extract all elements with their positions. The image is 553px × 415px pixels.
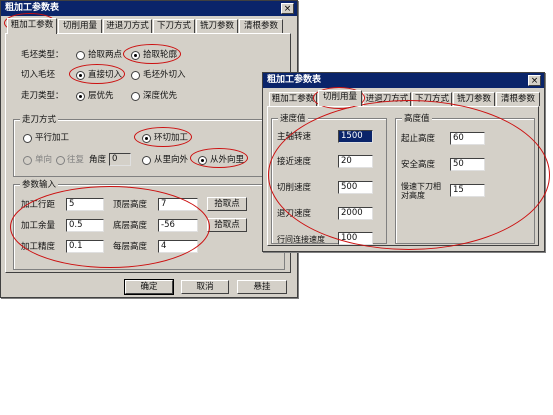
tab2-rough-params[interactable]: 粗加工参数 xyxy=(269,92,317,106)
close-button-2[interactable]: × xyxy=(528,75,541,86)
feed-mode-legend: 走刀方式 xyxy=(20,113,59,125)
path-type-label: 走刀类型： xyxy=(21,91,64,101)
row-spacing-input[interactable]: 5 xyxy=(66,198,104,211)
layer-height-input[interactable]: 4 xyxy=(158,240,198,253)
parallel-label: 平行加工 xyxy=(35,133,70,143)
pick-contour-label: 拾取轮廓 xyxy=(143,50,178,60)
retract-speed-label: 退刀速度 xyxy=(277,209,312,219)
outside-in-label: 从外向里 xyxy=(210,155,245,165)
outside-in-radio[interactable] xyxy=(198,156,207,165)
tab2-cutter-params[interactable]: 铣刀参数 xyxy=(453,92,495,106)
dialog2-title: 粗加工参数表 xyxy=(263,73,544,88)
zigzag-label: 往复 xyxy=(67,155,85,165)
param-input-legend: 参数输入 xyxy=(20,178,59,190)
one-way-label: 单向 xyxy=(35,155,53,165)
tab2-approach-retract[interactable]: 进退刀方式 xyxy=(363,92,411,106)
rough-params-dialog: 粗加工参数表 × 粗加工参数 切削用量 进退刀方式 下刀方式 铣刀参数 清根参数… xyxy=(0,0,298,298)
tab-plunge-mode[interactable]: 下刀方式 xyxy=(153,19,195,33)
depth-first-radio[interactable] xyxy=(131,92,140,101)
pick-contour-radio[interactable] xyxy=(131,51,140,60)
safe-height-input[interactable]: 50 xyxy=(450,158,485,171)
layer-height-label: 每层高度 xyxy=(113,242,148,252)
top-height-input[interactable]: 7 xyxy=(158,198,198,211)
cut-in-label: 切入毛坯 xyxy=(21,70,56,80)
pick-point-button-top[interactable]: 拾取点 xyxy=(207,197,247,211)
spindle-speed-label: 主轴转速 xyxy=(277,132,312,142)
pick-two-points-radio[interactable] xyxy=(76,51,85,60)
safe-height-label: 安全高度 xyxy=(401,160,436,170)
link-speed-label: 行间连接速度 xyxy=(277,235,325,244)
cancel-button[interactable]: 取消 xyxy=(181,280,229,294)
tab-cutter-params[interactable]: 铣刀参数 xyxy=(196,19,238,33)
row-spacing-label: 加工行距 xyxy=(21,200,56,210)
tab-rough-params[interactable]: 粗加工参数 xyxy=(7,18,57,34)
cutting-speed-input[interactable]: 500 xyxy=(338,181,373,194)
link-speed-input[interactable]: 100 xyxy=(338,232,373,245)
outside-cut-in-radio[interactable] xyxy=(131,71,140,80)
layer-first-label: 层优先 xyxy=(88,91,114,101)
blank-type-label: 毛坯类型： xyxy=(21,50,64,60)
tab-cutting-amount[interactable]: 切削用量 xyxy=(58,19,102,33)
angle-label: 角度 xyxy=(89,155,107,165)
dialog-title: 粗加工参数表 xyxy=(1,1,297,16)
precision-label: 加工精度 xyxy=(21,242,56,252)
tab2-corner-clean[interactable]: 清根参数 xyxy=(496,92,540,106)
speed-legend: 速度值 xyxy=(278,112,308,124)
height-legend: 高度值 xyxy=(402,112,432,124)
direct-cut-in-radio[interactable] xyxy=(76,71,85,80)
inside-out-label: 从里向外 xyxy=(154,155,189,165)
slow-plunge-height-label: 慢速下刀相对高度 xyxy=(401,182,441,200)
pick-point-button-bottom[interactable]: 拾取点 xyxy=(207,218,247,232)
zigzag-radio[interactable] xyxy=(56,156,65,165)
tab2-cutting-amount[interactable]: 切削用量 xyxy=(318,90,362,106)
spindle-speed-input[interactable]: 1500 xyxy=(338,130,373,143)
start-stop-height-input[interactable]: 60 xyxy=(450,132,485,145)
bottom-height-input[interactable]: -56 xyxy=(158,219,198,232)
cutting-speed-label: 切削速度 xyxy=(277,183,312,193)
direct-cut-in-label: 直接切入 xyxy=(88,70,123,80)
ring-cut-radio[interactable] xyxy=(142,134,151,143)
parallel-radio[interactable] xyxy=(23,134,32,143)
inside-out-radio[interactable] xyxy=(142,156,151,165)
approach-speed-input[interactable]: 20 xyxy=(338,155,373,168)
ring-cut-label: 环切加工 xyxy=(154,133,189,143)
slow-plunge-height-input[interactable]: 15 xyxy=(450,184,485,197)
hide-button[interactable]: 悬挂 xyxy=(237,280,287,294)
stock-allowance-label: 加工余量 xyxy=(21,221,56,231)
tab-corner-clean[interactable]: 清根参数 xyxy=(239,19,283,33)
outside-cut-in-label: 毛坯外切入 xyxy=(143,70,186,80)
bottom-height-label: 底层高度 xyxy=(113,221,148,231)
tab-approach-retract[interactable]: 进退刀方式 xyxy=(103,19,152,33)
stock-allowance-input[interactable]: 0.5 xyxy=(66,219,104,232)
angle-input[interactable]: 0 xyxy=(109,153,131,166)
retract-speed-input[interactable]: 2000 xyxy=(338,207,373,220)
depth-first-label: 深度优先 xyxy=(143,91,178,101)
top-height-label: 顶层高度 xyxy=(113,200,148,210)
precision-input[interactable]: 0.1 xyxy=(66,240,104,253)
feed-mode-group: 走刀方式 xyxy=(13,113,285,177)
close-button[interactable]: × xyxy=(281,3,294,14)
one-way-radio[interactable] xyxy=(23,156,32,165)
start-stop-height-label: 起止高度 xyxy=(401,134,436,144)
tab2-plunge-mode[interactable]: 下刀方式 xyxy=(412,92,452,106)
layer-first-radio[interactable] xyxy=(76,92,85,101)
pick-two-points-label: 拾取两点 xyxy=(88,50,123,60)
rough-params-dialog-2: 粗加工参数表 × 粗加工参数 切削用量 进退刀方式 下刀方式 铣刀参数 清根参数… xyxy=(262,72,545,252)
approach-speed-label: 接近速度 xyxy=(277,157,312,167)
ok-button[interactable]: 确定 xyxy=(124,279,174,295)
